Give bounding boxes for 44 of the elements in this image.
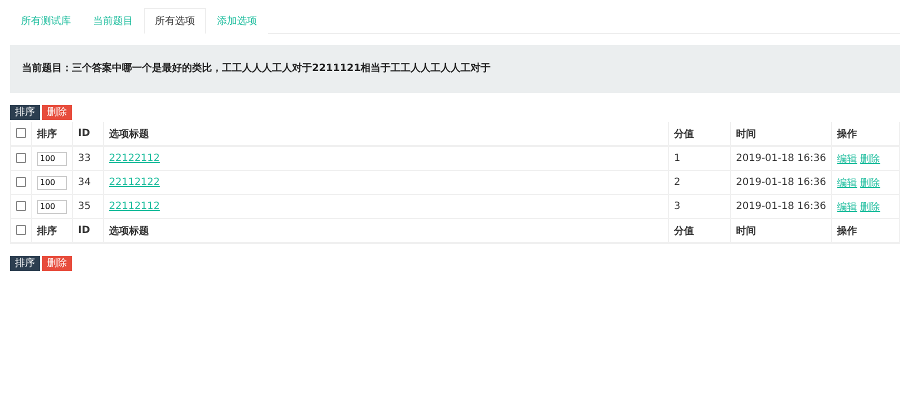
column-header: 排序 — [37, 226, 57, 236]
score-cell: 1 — [674, 153, 680, 164]
column-header: 时间 — [736, 226, 756, 236]
column-header: 分值 — [674, 226, 694, 236]
column-header: 操作 — [837, 226, 858, 236]
column-header: ID — [78, 225, 90, 236]
column-header: 排序 — [37, 128, 57, 140]
order-input[interactable]: 100 — [37, 176, 67, 190]
delete-button[interactable]: 删除 — [42, 256, 72, 271]
order-input[interactable]: 100 — [37, 152, 67, 166]
column-header: 操作 — [837, 128, 858, 140]
column-header: ID — [78, 128, 90, 139]
id-cell: 34 — [78, 177, 91, 188]
score-cell: 3 — [674, 201, 680, 212]
sort-button[interactable]: 排序 — [10, 105, 40, 120]
id-cell: 35 — [78, 201, 91, 212]
edit-link[interactable]: 编辑 — [837, 154, 858, 164]
id-cell: 33 — [78, 153, 91, 164]
column-header: 选项标题 — [109, 128, 149, 140]
select-all-checkbox[interactable] — [16, 225, 26, 236]
row-checkbox[interactable] — [16, 153, 26, 164]
column-header: 分值 — [674, 128, 694, 140]
time-cell: 2019-01-18 16:36 — [736, 201, 826, 212]
option-title-link[interactable]: 22112122 — [109, 177, 160, 188]
delete-link[interactable]: 删除 — [860, 202, 880, 212]
question-text: 当前题目：三个答案中哪一个是最好的类比，工工人人人工人对于2211121相当于工工人人工人人工对于 — [10, 45, 900, 93]
sort-button[interactable]: 排序 — [10, 256, 40, 271]
row-checkbox[interactable] — [16, 177, 26, 188]
delete-button[interactable]: 删除 — [42, 105, 72, 120]
select-all-checkbox[interactable] — [16, 128, 26, 138]
option-title-link[interactable]: 22122112 — [109, 153, 160, 164]
column-header: 选项标题 — [109, 226, 149, 236]
tab[interactable]: 所有选项 — [144, 8, 206, 34]
edit-link[interactable]: 编辑 — [837, 202, 858, 212]
score-cell: 2 — [674, 177, 680, 188]
row-checkbox[interactable] — [16, 201, 26, 212]
option-title-link[interactable]: 22112112 — [109, 201, 160, 212]
edit-link[interactable]: 编辑 — [837, 178, 858, 188]
delete-link[interactable]: 删除 — [860, 178, 880, 188]
time-cell: 2019-01-18 16:36 — [736, 153, 826, 164]
time-cell: 2019-01-18 16:36 — [736, 177, 826, 188]
order-input[interactable]: 100 — [37, 200, 67, 214]
column-header: 时间 — [736, 128, 756, 140]
delete-link[interactable]: 删除 — [860, 154, 880, 164]
